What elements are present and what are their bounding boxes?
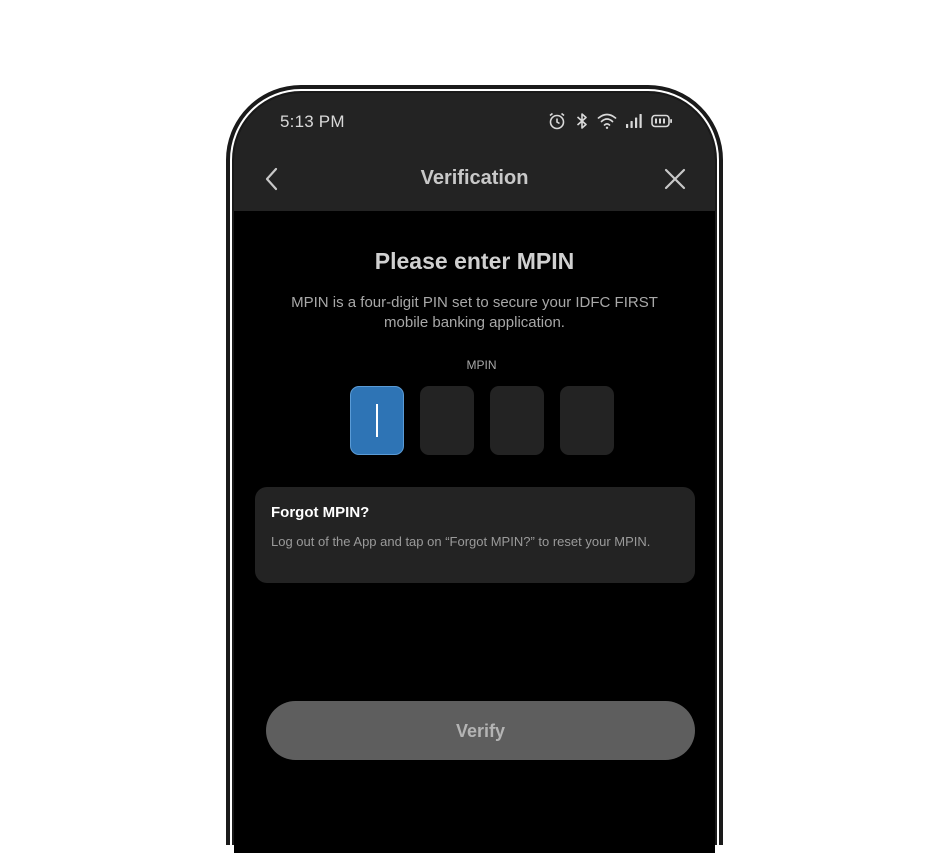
mpin-digit-1[interactable] — [350, 386, 404, 455]
app-screen: 5:13 PM Verification Please enter MPIN M… — [234, 93, 715, 853]
mpin-digit-2[interactable] — [420, 386, 474, 455]
wifi-icon — [597, 112, 617, 130]
top-bar: 5:13 PM Verification — [234, 93, 715, 211]
mpin-label: MPIN — [466, 358, 497, 372]
alarm-icon — [547, 111, 567, 131]
forgot-mpin-title: Forgot MPIN? — [271, 504, 370, 521]
battery-icon — [651, 114, 673, 128]
signal-icon — [625, 113, 643, 129]
status-time: 5:13 PM — [280, 112, 345, 131]
mpin-digit-3[interactable] — [490, 386, 544, 455]
mpin-description: MPIN is a four-digit PIN set to secure y… — [291, 294, 658, 331]
bluetooth-icon — [575, 111, 589, 131]
forgot-mpin-text: Log out of the App and tap on “Forgot MP… — [271, 534, 651, 549]
page-title: Verification — [420, 167, 529, 189]
close-icon — [664, 168, 686, 190]
mpin-digit-4[interactable] — [560, 386, 614, 455]
mpin-input-group — [350, 386, 614, 455]
text-caret — [376, 404, 378, 437]
forgot-mpin-card: Forgot MPIN? Log out of the App and tap … — [255, 487, 695, 583]
mpin-heading: Please enter MPIN — [374, 248, 575, 274]
status-icons — [547, 111, 673, 131]
verify-button[interactable]: Verify — [266, 701, 695, 760]
close-button[interactable] — [663, 167, 687, 191]
